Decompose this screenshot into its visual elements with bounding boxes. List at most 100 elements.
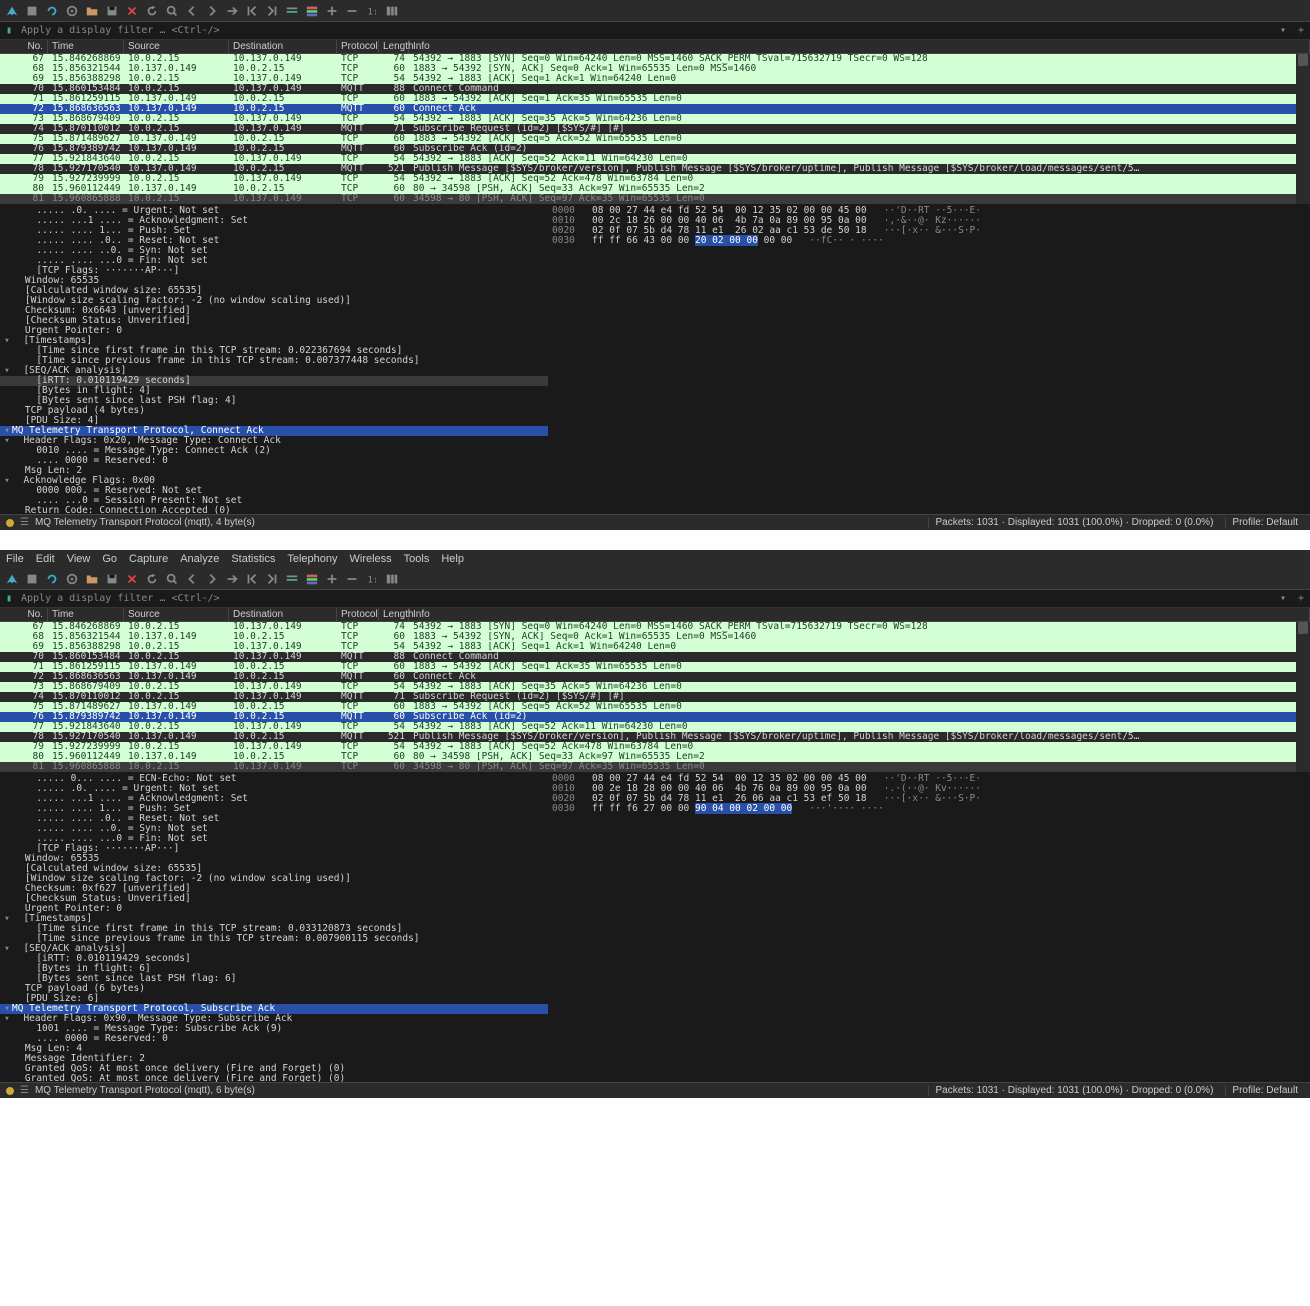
zoom-reset-icon[interactable]: 1:1: [364, 571, 380, 587]
autoscroll-icon[interactable]: [284, 571, 300, 587]
next-icon[interactable]: [204, 3, 220, 19]
menu-file[interactable]: File: [6, 553, 24, 565]
zoom-out-icon[interactable]: [344, 3, 360, 19]
packet-row[interactable]: 8115.96086588810.0.2.1510.137.0.149TCP60…: [0, 762, 1310, 772]
col-proto[interactable]: Protocol: [337, 40, 379, 53]
col-no[interactable]: No.: [0, 608, 48, 621]
autoscroll-icon[interactable]: [284, 3, 300, 19]
packet-row[interactable]: 7115.86125911510.137.0.14910.0.2.15TCP60…: [0, 94, 1310, 104]
packet-row[interactable]: 7915.92723999910.0.2.1510.137.0.149TCP54…: [0, 174, 1310, 184]
filter-expr-icon[interactable]: ▾: [1274, 23, 1292, 39]
packet-row[interactable]: 7415.87011001210.0.2.1510.137.0.149MQTT7…: [0, 124, 1310, 134]
col-time[interactable]: Time: [48, 608, 124, 621]
shark-fin-icon[interactable]: [4, 571, 20, 587]
capture-file-props-icon[interactable]: ☰: [20, 517, 29, 528]
capture-file-props-icon[interactable]: ☰: [20, 1085, 29, 1096]
hex-row[interactable]: 0030 ff ff f6 27 00 00 90 04 00 02 00 00…: [552, 804, 1306, 814]
resize-cols-icon[interactable]: [384, 3, 400, 19]
bookmark-icon[interactable]: ▮: [0, 591, 18, 607]
status-profile[interactable]: Profile: Default: [1225, 1085, 1304, 1096]
packet-details-2[interactable]: ..... 0... .... = ECN-Echo: Not set ....…: [0, 772, 548, 1082]
filter-expr-icon[interactable]: ▾: [1274, 591, 1292, 607]
filter-add-icon[interactable]: +: [1292, 23, 1310, 39]
zoom-in-icon[interactable]: [324, 571, 340, 587]
col-src[interactable]: Source: [124, 608, 229, 621]
expert-info-icon[interactable]: [6, 519, 14, 527]
packet-row[interactable]: 6915.85638829810.0.2.1510.137.0.149TCP54…: [0, 642, 1310, 652]
menu-statistics[interactable]: Statistics: [231, 553, 275, 565]
packet-row[interactable]: 7715.92184364010.0.2.1510.137.0.149TCP54…: [0, 722, 1310, 732]
last-icon[interactable]: [264, 571, 280, 587]
col-info[interactable]: Info: [409, 608, 1310, 621]
col-len[interactable]: Length: [379, 608, 409, 621]
packet-row[interactable]: 6715.84626886910.0.2.1510.137.0.149TCP74…: [0, 622, 1310, 632]
col-proto[interactable]: Protocol: [337, 608, 379, 621]
colorize-icon[interactable]: [304, 571, 320, 587]
detail-line[interactable]: Return Code: Connection Accepted (0): [0, 506, 548, 514]
packet-row[interactable]: 7315.86867940910.0.2.1510.137.0.149TCP54…: [0, 114, 1310, 124]
packet-row[interactable]: 7315.86867940910.0.2.1510.137.0.149TCP54…: [0, 682, 1310, 692]
menu-analyze[interactable]: Analyze: [180, 553, 219, 565]
menu-edit[interactable]: Edit: [36, 553, 55, 565]
packet-scrollbar[interactable]: [1296, 54, 1310, 204]
packet-row[interactable]: 8015.96011244910.137.0.14910.0.2.15TCP60…: [0, 752, 1310, 762]
detail-line[interactable]: .... 0000 = Reserved: 0: [0, 456, 548, 466]
packet-scrollbar[interactable]: [1296, 622, 1310, 772]
menu-wireless[interactable]: Wireless: [350, 553, 392, 565]
packet-row[interactable]: 6715.84626886910.0.2.1510.137.0.149TCP74…: [0, 54, 1310, 64]
display-filter-input[interactable]: [18, 592, 1274, 605]
menu-telephony[interactable]: Telephony: [287, 553, 337, 565]
reload-icon[interactable]: [144, 3, 160, 19]
close-icon[interactable]: [124, 3, 140, 19]
packet-row[interactable]: 6915.85638829810.0.2.1510.137.0.149TCP54…: [0, 74, 1310, 84]
bookmark-icon[interactable]: ▮: [0, 23, 18, 39]
packet-row[interactable]: 7515.87148962710.137.0.14910.0.2.15TCP60…: [0, 134, 1310, 144]
menu-help[interactable]: Help: [441, 553, 464, 565]
find-icon[interactable]: [164, 571, 180, 587]
menu-view[interactable]: View: [67, 553, 91, 565]
col-info[interactable]: Info: [409, 40, 1310, 53]
col-len[interactable]: Length: [379, 40, 409, 53]
menu-tools[interactable]: Tools: [404, 553, 430, 565]
restart-icon[interactable]: [44, 571, 60, 587]
filter-add-icon[interactable]: +: [1292, 591, 1310, 607]
restart-icon[interactable]: [44, 3, 60, 19]
stop-icon[interactable]: [24, 3, 40, 19]
zoom-reset-icon[interactable]: 1:1: [364, 3, 380, 19]
packet-details-1[interactable]: ..... .0. .... = Urgent: Not set ..... .…: [0, 204, 548, 514]
goto-icon[interactable]: [224, 3, 240, 19]
packet-bytes-2[interactable]: 0000 08 00 27 44 e4 fd 52 54 00 12 35 02…: [548, 772, 1310, 1082]
packet-row[interactable]: 7415.87011001210.0.2.1510.137.0.149MQTT7…: [0, 692, 1310, 702]
stop-icon[interactable]: [24, 571, 40, 587]
open-icon[interactable]: [84, 3, 100, 19]
open-icon[interactable]: [84, 571, 100, 587]
save-icon[interactable]: [104, 3, 120, 19]
col-no[interactable]: No.: [0, 40, 48, 53]
prev-icon[interactable]: [184, 571, 200, 587]
col-time[interactable]: Time: [48, 40, 124, 53]
options-icon[interactable]: [64, 571, 80, 587]
packet-row[interactable]: 7015.86015348410.0.2.1510.137.0.149MQTT8…: [0, 84, 1310, 94]
shark-fin-icon[interactable]: [4, 3, 20, 19]
packet-row[interactable]: 7615.87938974210.137.0.14910.0.2.15MQTT6…: [0, 144, 1310, 154]
prev-icon[interactable]: [184, 3, 200, 19]
zoom-out-icon[interactable]: [344, 571, 360, 587]
close-icon[interactable]: [124, 571, 140, 587]
packet-bytes-1[interactable]: 0000 08 00 27 44 e4 fd 52 54 00 12 35 02…: [548, 204, 1310, 514]
zoom-in-icon[interactable]: [324, 3, 340, 19]
packet-row[interactable]: 6815.85632154410.137.0.14910.0.2.15TCP60…: [0, 64, 1310, 74]
packet-row[interactable]: 7515.87148962710.137.0.14910.0.2.15TCP60…: [0, 702, 1310, 712]
first-icon[interactable]: [244, 571, 260, 587]
col-dst[interactable]: Destination: [229, 608, 337, 621]
packet-row[interactable]: 7815.92717054010.137.0.14910.0.2.15MQTT5…: [0, 732, 1310, 742]
menu-go[interactable]: Go: [102, 553, 117, 565]
next-icon[interactable]: [204, 571, 220, 587]
expert-info-icon[interactable]: [6, 1087, 14, 1095]
col-src[interactable]: Source: [124, 40, 229, 53]
col-dst[interactable]: Destination: [229, 40, 337, 53]
detail-line[interactable]: Granted QoS: At most once delivery (Fire…: [0, 1074, 548, 1082]
find-icon[interactable]: [164, 3, 180, 19]
packet-row[interactable]: 6815.85632154410.137.0.14910.0.2.15TCP60…: [0, 632, 1310, 642]
packet-row[interactable]: 7015.86015348410.0.2.1510.137.0.149MQTT8…: [0, 652, 1310, 662]
colorize-icon[interactable]: [304, 3, 320, 19]
